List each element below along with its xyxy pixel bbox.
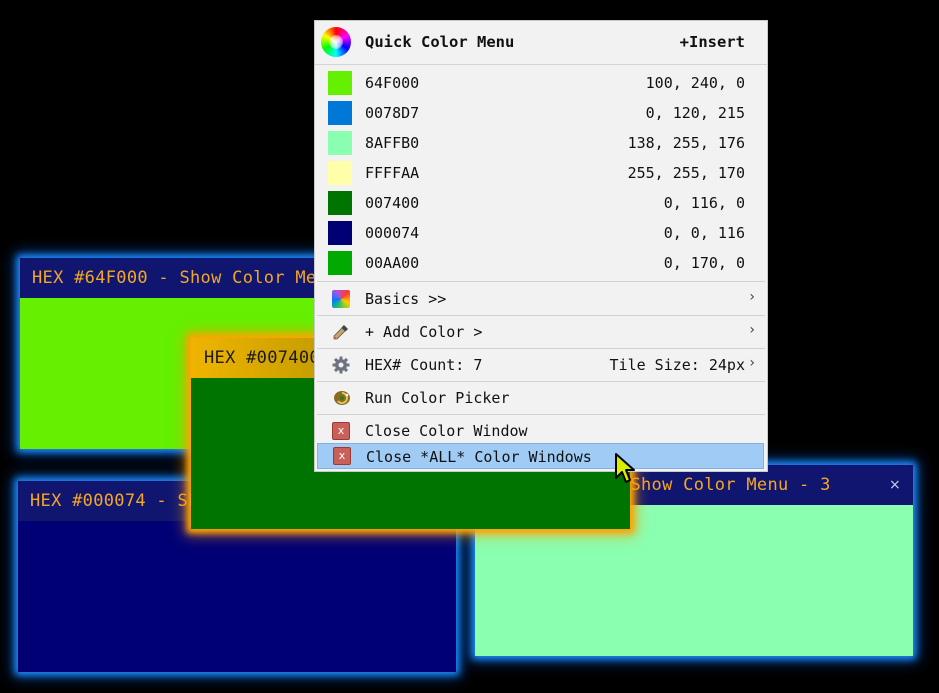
color-rgb: 138, 255, 176 — [627, 134, 745, 152]
color-hex: FFFFAA — [365, 164, 420, 182]
color-hex: 8AFFB0 — [365, 134, 420, 152]
close-icon[interactable]: × — [889, 477, 901, 493]
window-title-bar[interactable]: HEX #64F000 - Show Color Menu - 1 — [20, 258, 338, 298]
close-box-icon: x — [332, 422, 350, 440]
color-swatch — [328, 101, 352, 125]
chevron-right-icon: › — [749, 289, 755, 305]
color-swatch-area — [18, 521, 456, 672]
chevron-right-icon: › — [749, 355, 755, 371]
chevron-right-icon: › — [749, 322, 755, 338]
gear-icon — [332, 356, 350, 374]
color-hex: 00AA00 — [365, 254, 420, 272]
color-item[interactable]: 8AFFB0 138, 255, 176 — [315, 128, 767, 158]
close-all-color-windows-item[interactable]: x Close *ALL* Color Windows — [317, 443, 764, 469]
color-swatch — [328, 251, 352, 275]
add-color-label: + Add Color > — [365, 323, 483, 341]
color-item[interactable]: 64F000 100, 240, 0 — [315, 68, 767, 98]
quick-color-menu[interactable]: Quick Color Menu +Insert 64F000 100, 240… — [314, 20, 768, 472]
settings-menu-item[interactable]: HEX# Count: 7 Tile Size: 24px › — [315, 349, 767, 381]
window-title: HEX #64F000 - Show Color Menu - 1 — [32, 268, 338, 288]
color-rgb: 255, 255, 170 — [627, 164, 745, 182]
color-item[interactable]: 0078D7 0, 120, 215 — [315, 98, 767, 128]
add-color-menu-item[interactable]: + Add Color > › — [315, 316, 767, 348]
color-rgb: 100, 240, 0 — [645, 74, 745, 92]
hex-count-label: HEX# Count: 7 — [365, 356, 483, 374]
menu-header: Quick Color Menu +Insert — [315, 21, 767, 65]
color-swatch — [328, 71, 352, 95]
color-swatch — [328, 161, 352, 185]
color-wheel-icon — [321, 27, 351, 57]
color-rgb: 0, 120, 215 — [645, 104, 745, 122]
color-item[interactable]: FFFFAA 255, 255, 170 — [315, 158, 767, 188]
basics-menu-item[interactable]: Basics >> › — [315, 283, 767, 315]
color-hex: 007400 — [365, 194, 420, 212]
menu-separator — [317, 281, 765, 282]
mouse-cursor-icon — [615, 453, 635, 483]
palette-icon — [332, 290, 350, 308]
basics-label: Basics >> — [365, 290, 447, 308]
color-rgb: 0, 0, 116 — [663, 224, 745, 242]
tile-size-label: Tile Size: 24px — [609, 356, 745, 374]
color-swatch — [328, 221, 352, 245]
color-item[interactable]: 000074 0, 0, 116 — [315, 218, 767, 248]
chameleon-icon — [332, 389, 350, 407]
color-item[interactable]: 00AA00 0, 170, 0 — [315, 248, 767, 278]
close-color-window-label: Close Color Window — [365, 422, 528, 440]
color-rgb: 0, 170, 0 — [663, 254, 745, 272]
run-color-picker-label: Run Color Picker — [365, 389, 510, 407]
color-hex: 64F000 — [365, 74, 420, 92]
color-swatch — [328, 131, 352, 155]
run-color-picker-item[interactable]: Run Color Picker — [315, 382, 767, 414]
eyedropper-icon — [332, 323, 350, 341]
color-swatch — [328, 191, 352, 215]
close-box-icon: x — [333, 447, 351, 465]
color-hex: 0078D7 — [365, 104, 420, 122]
insert-button[interactable]: +Insert — [680, 33, 745, 51]
menu-title: Quick Color Menu — [365, 33, 515, 51]
color-item[interactable]: 007400 0, 116, 0 — [315, 188, 767, 218]
close-all-label: Close *ALL* Color Windows — [366, 448, 592, 466]
color-hex: 000074 — [365, 224, 420, 242]
color-rgb: 0, 116, 0 — [663, 194, 745, 212]
